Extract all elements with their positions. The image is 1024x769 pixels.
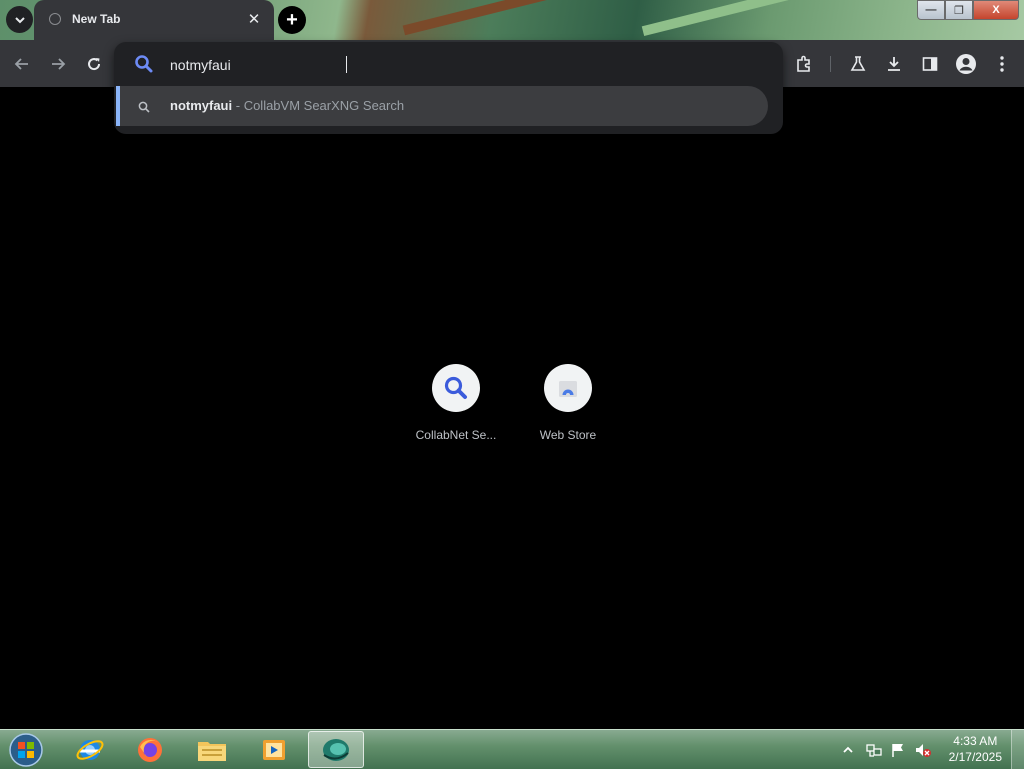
suggestion-search-icon: [138, 100, 150, 118]
windows-taskbar: 4:33 AM 2/17/2025: [0, 729, 1024, 769]
shortcut-label: Web Store: [539, 428, 597, 442]
arrow-left-icon: [14, 58, 28, 70]
side-panel-button[interactable]: [918, 52, 942, 76]
omnibox-popup: notmyfaui - CollabVM SearXNG Search: [114, 42, 783, 134]
taskbar-file-explorer[interactable]: [184, 731, 240, 768]
clock-date: 2/17/2025: [948, 750, 1002, 764]
profile-button[interactable]: [954, 52, 978, 76]
toolbar-divider: [830, 56, 831, 72]
taskbar-internet-explorer[interactable]: [62, 731, 118, 768]
shortcut-collabnet-search[interactable]: CollabNet Se...: [400, 364, 512, 442]
tab-search-button[interactable]: [6, 6, 33, 33]
folder-icon: [198, 741, 226, 761]
media-player-icon: [263, 739, 285, 760]
extensions-button[interactable]: [792, 52, 816, 76]
globe-icon: [49, 13, 61, 25]
reload-icon: [88, 58, 101, 71]
internet-explorer-icon: [76, 739, 104, 760]
volume-muted-icon: [916, 743, 931, 757]
maximize-button[interactable]: ❐: [945, 0, 973, 20]
avatar-icon: [956, 54, 976, 74]
forward-button[interactable]: [46, 52, 70, 76]
shortcut-label: CollabNet Se...: [415, 428, 497, 442]
shortcut-icon-circle: [544, 364, 592, 412]
tab-title: New Tab: [72, 12, 121, 26]
taskbar-firefox[interactable]: [122, 731, 178, 768]
minimize-button[interactable]: —: [917, 0, 945, 20]
suggestion-text: notmyfaui - CollabVM SearXNG Search: [170, 98, 404, 113]
magnifier-icon: [444, 376, 467, 399]
system-clock[interactable]: 4:33 AM 2/17/2025: [949, 733, 1002, 765]
tab-close-icon[interactable]: ✕: [244, 9, 264, 29]
puzzle-icon: [797, 55, 810, 72]
new-tab-button[interactable]: +: [278, 6, 306, 34]
search-icon: [134, 54, 154, 79]
wallpaper-stripe: [402, 0, 658, 36]
action-center-tray-icon[interactable]: [890, 730, 906, 769]
menu-button[interactable]: [990, 52, 1014, 76]
firefox-icon: [138, 737, 162, 762]
taskbar-media-player[interactable]: [246, 731, 302, 768]
suggestion-separator: -: [232, 98, 244, 113]
suggestion-engine: CollabVM SearXNG Search: [243, 98, 405, 113]
tab-new-tab[interactable]: New Tab ✕: [34, 0, 274, 40]
download-icon: [888, 57, 900, 71]
reload-button[interactable]: [82, 52, 106, 76]
taskbar-browser[interactable]: [308, 731, 364, 768]
volume-tray-icon[interactable]: [914, 730, 932, 769]
chevron-down-icon: [14, 16, 25, 23]
labs-button[interactable]: [846, 52, 870, 76]
flask-icon: [850, 56, 866, 71]
show-desktop-button[interactable]: [1011, 730, 1024, 769]
flag-icon: [892, 743, 903, 757]
windows-logo-icon: [9, 732, 43, 767]
kebab-menu-icon: [1000, 56, 1004, 72]
chevron-up-icon: [843, 746, 853, 753]
shortcut-icon-circle: [432, 364, 480, 412]
suggestion-query: notmyfaui: [170, 98, 233, 113]
wallpaper-stripe: [641, 0, 839, 37]
arrow-right-icon: [52, 58, 66, 70]
downloads-button[interactable]: [882, 52, 906, 76]
address-bar-input[interactable]: [170, 54, 730, 76]
web-store-icon: [559, 381, 577, 397]
browser-app-icon: [323, 738, 349, 761]
network-tray-icon[interactable]: [866, 730, 882, 769]
back-button[interactable]: [10, 52, 34, 76]
shortcut-web-store[interactable]: Web Store: [512, 364, 624, 442]
title-bar: New Tab ✕ + — ❐ X: [0, 0, 1024, 40]
text-caret: [346, 56, 347, 73]
show-hidden-icons[interactable]: [843, 730, 853, 769]
network-icon: [866, 743, 882, 757]
side-panel-icon: [922, 57, 938, 71]
start-button[interactable]: [6, 731, 46, 768]
clock-time: 4:33 AM: [953, 734, 998, 748]
selection-indicator: [116, 86, 120, 126]
suggestion-item[interactable]: notmyfaui - CollabVM SearXNG Search: [116, 86, 768, 126]
window-controls: — ❐ X: [917, 0, 1019, 20]
close-button[interactable]: X: [973, 0, 1019, 20]
